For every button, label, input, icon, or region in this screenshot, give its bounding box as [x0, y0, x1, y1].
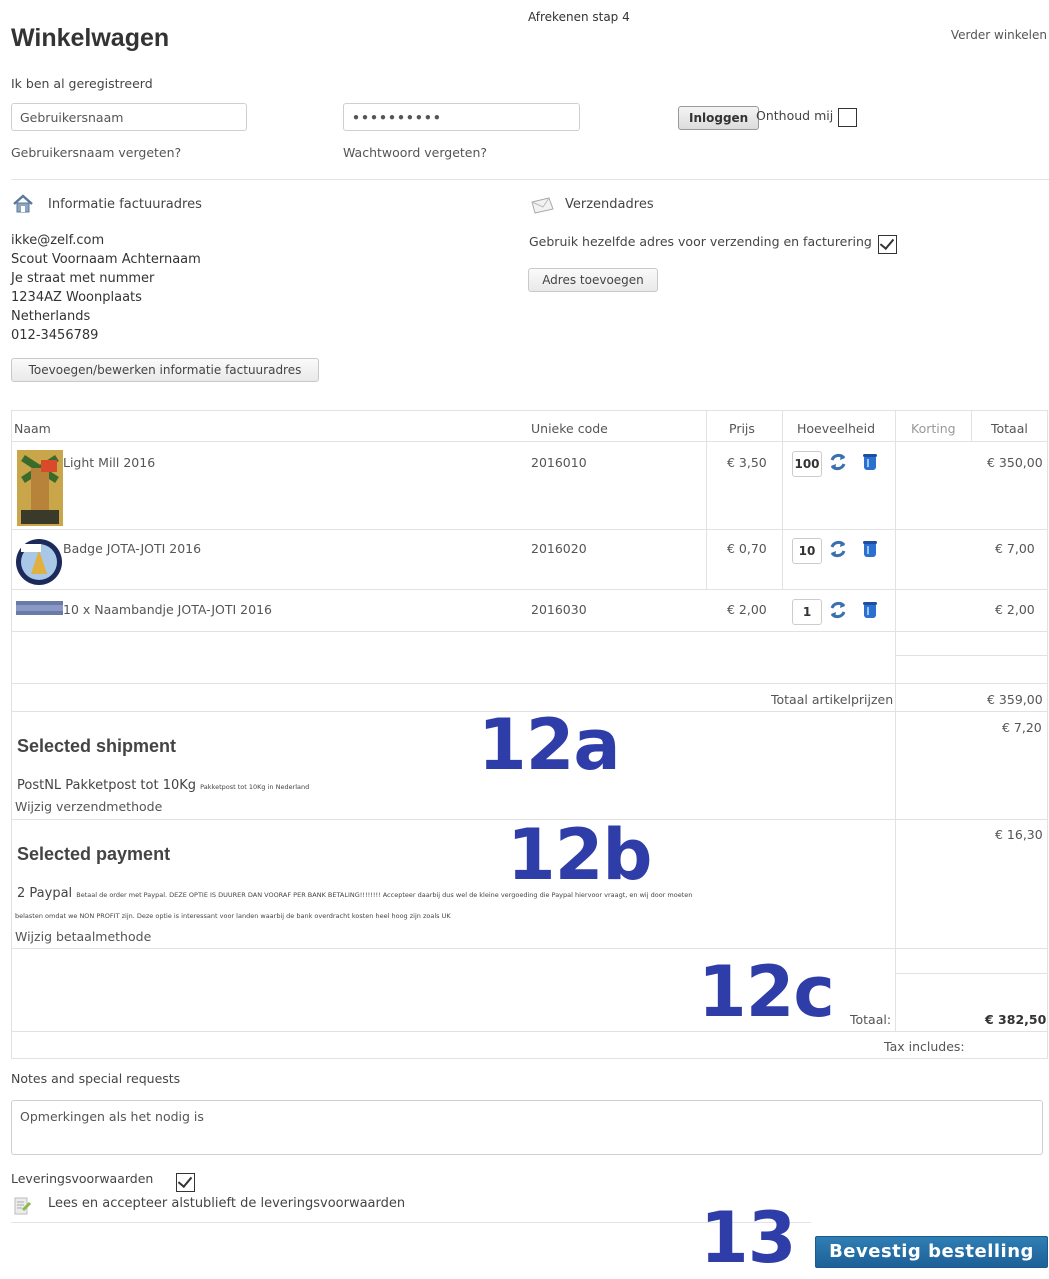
col-header-name: Naam — [14, 421, 51, 436]
same-address-checkbox[interactable] — [878, 235, 897, 254]
refresh-icon[interactable] — [828, 600, 848, 620]
line-total: € 7,00 — [995, 541, 1035, 556]
notes-label: Notes and special requests — [11, 1071, 181, 1086]
payment-note-2: belasten omdat we NON PROFIT zijn. Deze … — [15, 912, 451, 920]
tax-label: Tax includes: — [884, 1039, 965, 1054]
product-name[interactable]: Badge JOTA-JOTI 2016 — [63, 541, 201, 556]
payment-method-name: 2 Paypal — [17, 886, 73, 901]
annotation-13: 13 — [700, 1197, 796, 1279]
billing-heading: Informatie factuuradres — [48, 197, 202, 212]
payment-method: 2 Paypal Betaal de order met Paypal. DEZ… — [17, 886, 887, 901]
continue-shopping-link[interactable]: Verder winkelen — [951, 28, 1047, 42]
checkout-step: Afrekenen stap 4 — [528, 10, 630, 24]
refresh-icon[interactable] — [828, 452, 848, 472]
username-input[interactable] — [11, 103, 247, 131]
terms-checkbox[interactable] — [176, 1173, 195, 1192]
divider — [11, 1222, 811, 1223]
billing-phone: 012-3456789 — [11, 328, 99, 343]
billing-address: ikke@zelf.com Scout Voornaam Achternaam … — [11, 231, 201, 345]
forgot-username-link[interactable]: Gebruikersnaam vergeten? — [11, 145, 181, 160]
delete-icon[interactable] — [863, 540, 877, 558]
edit-billing-button[interactable]: Toevoegen/bewerken informatie factuuradr… — [11, 358, 319, 382]
billing-street: Je straat met nummer — [11, 271, 155, 286]
notes-textarea[interactable]: Opmerkingen als het nodig is — [11, 1100, 1043, 1155]
page-title: Winkelwagen — [11, 24, 170, 52]
payment-title: Selected payment — [17, 844, 171, 864]
shipment-method-note: Pakketpost tot 10Kg in Nederland — [200, 783, 310, 791]
remember-label: Onthoud mij — [756, 108, 834, 123]
add-address-button[interactable]: Adres toevoegen — [528, 268, 658, 292]
registered-label: Ik ben al geregistreerd — [11, 76, 153, 91]
same-address-label: Gebruik hezelfde adres voor verzending e… — [529, 234, 872, 249]
total-value: € 382,50 — [985, 1012, 1047, 1027]
quantity-input[interactable]: 10 — [792, 538, 822, 564]
change-payment-link[interactable]: Wijzig betaalmethode — [15, 929, 151, 944]
document-icon — [14, 1197, 32, 1215]
product-name[interactable]: 10 x Naambandje JOTA-JOTI 2016 — [63, 602, 272, 617]
product-code: 2016020 — [531, 541, 587, 556]
billing-email: ikke@zelf.com — [11, 233, 105, 248]
delete-icon[interactable] — [863, 601, 877, 619]
subtotal-value: € 359,00 — [987, 692, 1043, 707]
billing-name: Scout Voornaam Achternaam — [11, 252, 201, 267]
envelope-icon — [531, 197, 554, 214]
remember-checkbox[interactable] — [838, 108, 857, 127]
col-header-price: Prijs — [729, 421, 755, 436]
product-price: € 0,70 — [727, 541, 767, 556]
delete-icon[interactable] — [863, 453, 877, 471]
billing-city: 1234AZ Woonplaats — [11, 290, 142, 305]
shipping-heading: Verzendadres — [565, 197, 654, 212]
product-code: 2016010 — [531, 455, 587, 470]
col-header-discount: Korting — [911, 421, 956, 436]
product-price: € 2,00 — [727, 602, 767, 617]
product-name[interactable]: Light Mill 2016 — [63, 455, 155, 470]
payment-cost: € 16,30 — [995, 827, 1043, 842]
annotation-12a: 12a — [478, 704, 621, 786]
col-header-code: Unieke code — [531, 421, 608, 436]
shipment-title: Selected shipment — [17, 736, 177, 756]
product-image-nametag[interactable] — [16, 601, 63, 615]
confirm-order-button[interactable]: Bevestig bestelling — [815, 1236, 1048, 1268]
annotation-12c: 12c — [698, 951, 835, 1033]
billing-country: Netherlands — [11, 309, 91, 324]
shipment-method: PostNL Pakketpost tot 10Kg Pakketpost to… — [17, 778, 309, 793]
product-image-light-mill[interactable] — [17, 450, 63, 526]
quantity-input[interactable]: 100 — [792, 451, 822, 477]
divider — [11, 179, 1049, 180]
line-total: € 350,00 — [987, 455, 1043, 470]
product-image-badge[interactable] — [15, 538, 63, 586]
terms-label: Leveringsvoorwaarden — [11, 1171, 154, 1186]
refresh-icon[interactable] — [828, 539, 848, 559]
product-code: 2016030 — [531, 602, 587, 617]
home-icon — [13, 194, 33, 213]
product-price: € 3,50 — [727, 455, 767, 470]
password-input[interactable] — [343, 103, 580, 131]
col-header-qty: Hoeveelheid — [797, 421, 876, 436]
terms-link[interactable]: Lees en accepteer alstublieft de leverin… — [48, 1196, 405, 1211]
quantity-input[interactable]: 1 — [792, 599, 822, 625]
forgot-password-link[interactable]: Wachtwoord vergeten? — [343, 145, 487, 160]
subtotal-label: Totaal artikelprijzen — [771, 692, 894, 707]
shipment-method-name: PostNL Pakketpost tot 10Kg — [17, 778, 197, 793]
login-button[interactable]: Inloggen — [678, 106, 760, 130]
annotation-12b: 12b — [507, 814, 653, 896]
col-header-total: Totaal — [991, 421, 1028, 436]
total-label: Totaal: — [850, 1012, 892, 1027]
shipment-cost: € 7,20 — [1002, 720, 1042, 735]
change-shipment-link[interactable]: Wijzig verzendmethode — [15, 799, 162, 814]
line-total: € 2,00 — [995, 602, 1035, 617]
